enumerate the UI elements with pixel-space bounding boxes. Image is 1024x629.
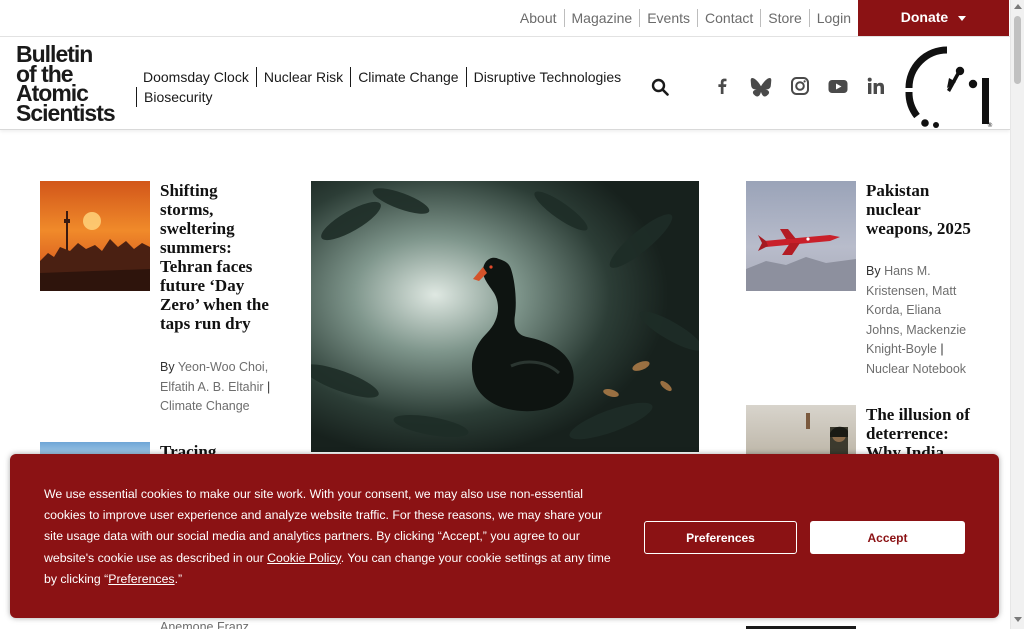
byline-prefix: By <box>160 360 175 374</box>
events-link[interactable]: Events <box>639 9 697 27</box>
nav-item-doomsday-clock[interactable]: Doomsday Clock <box>136 67 256 87</box>
cookie-consent-text: We use essential cookies to make our sit… <box>44 484 619 590</box>
article-thumbnail-deterrence[interactable] <box>746 405 856 457</box>
byline-prefix: By <box>866 264 881 278</box>
article-authors[interactable]: Hans M. Kristensen, Matt Korda, Eliana J… <box>866 264 966 356</box>
cookie-policy-link[interactable]: Cookie Policy <box>267 551 341 565</box>
login-link[interactable]: Login <box>808 9 858 27</box>
article-title[interactable]: The illusion of deterrence: Why India <box>866 405 978 455</box>
nav-item-climate-change[interactable]: Climate Change <box>350 67 465 87</box>
missile-image <box>746 181 856 291</box>
store-link[interactable]: Store <box>760 9 808 27</box>
page-scrollbar[interactable] <box>1010 0 1024 629</box>
article-thumbnail-pakistan[interactable] <box>746 181 856 291</box>
cookie-preferences-link[interactable]: Preferences <box>108 572 174 586</box>
facebook-icon[interactable] <box>711 75 733 97</box>
article-authors[interactable]: Anemone Franz <box>160 620 249 629</box>
instagram-icon[interactable] <box>789 75 811 97</box>
registered-mark: ® <box>987 122 993 128</box>
article-title[interactable]: Pakistan nuclear weapons, 2025 <box>866 181 974 238</box>
logo-line: Scientists <box>16 99 116 126</box>
scrollbar-thumb[interactable] <box>1014 16 1021 84</box>
caret-down-icon <box>958 15 967 21</box>
utility-bar: About Magazine Events Contact Store Logi… <box>0 0 1010 37</box>
cookie-text-part: .” <box>174 571 183 586</box>
meta-separator: | <box>267 379 271 394</box>
scroll-down-arrow-icon[interactable] <box>1014 617 1022 622</box>
search-icon[interactable] <box>651 78 669 96</box>
doomsday-clock-logo[interactable]: ® <box>903 44 993 128</box>
site-header: Bulletin of the Atomic Scientists Doomsd… <box>0 37 1010 130</box>
linkedin-icon[interactable] <box>865 75 887 97</box>
nav-item-biosecurity[interactable]: Biosecurity <box>136 87 219 107</box>
donate-button[interactable]: Donate <box>858 0 1009 36</box>
nav-item-disruptive-technologies[interactable]: Disruptive Technologies <box>465 67 629 87</box>
cookie-consent-banner: We use essential cookies to make our sit… <box>10 454 999 618</box>
article-section[interactable]: Climate Change <box>160 399 250 413</box>
article-section[interactable]: Nuclear Notebook <box>866 362 966 376</box>
article-title[interactable]: Shifting storms, sweltering summers: Teh… <box>160 181 270 333</box>
scroll-up-arrow-icon[interactable] <box>1014 4 1022 9</box>
main-nav: Doomsday Clock Nuclear Risk Climate Chan… <box>136 67 636 107</box>
deterrence-image <box>806 413 848 457</box>
article-meta: By Hans M. Kristensen, Matt Korda, Elian… <box>866 262 976 379</box>
hero-image-black-swan[interactable] <box>311 181 699 452</box>
contact-link[interactable]: Contact <box>697 9 760 27</box>
nav-item-nuclear-risk[interactable]: Nuclear Risk <box>255 67 350 87</box>
youtube-icon[interactable] <box>827 75 849 97</box>
black-swan-image <box>311 181 699 452</box>
magazine-link[interactable]: Magazine <box>563 9 640 27</box>
site-logo[interactable]: Bulletin of the Atomic Scientists <box>16 43 126 126</box>
about-link[interactable]: About <box>513 9 564 27</box>
meta-separator: | <box>940 342 944 356</box>
preferences-button[interactable]: Preferences <box>644 521 797 554</box>
article-authors[interactable]: Yeon-Woo Choi, Elfatih A. B. Eltahir <box>160 360 268 394</box>
article-meta: By Yeon-Woo Choi, Elfatih A. B. Eltahir … <box>160 358 272 417</box>
donate-label: Donate <box>900 9 949 25</box>
article-author-partial: Anemone Franz <box>160 619 272 629</box>
utility-links: About Magazine Events Contact Store Logi… <box>513 9 858 27</box>
accept-button[interactable]: Accept <box>810 521 965 554</box>
article-thumbnail-tehran[interactable] <box>40 181 150 291</box>
tehran-skyline-image <box>40 181 150 291</box>
bluesky-icon[interactable] <box>750 75 772 97</box>
